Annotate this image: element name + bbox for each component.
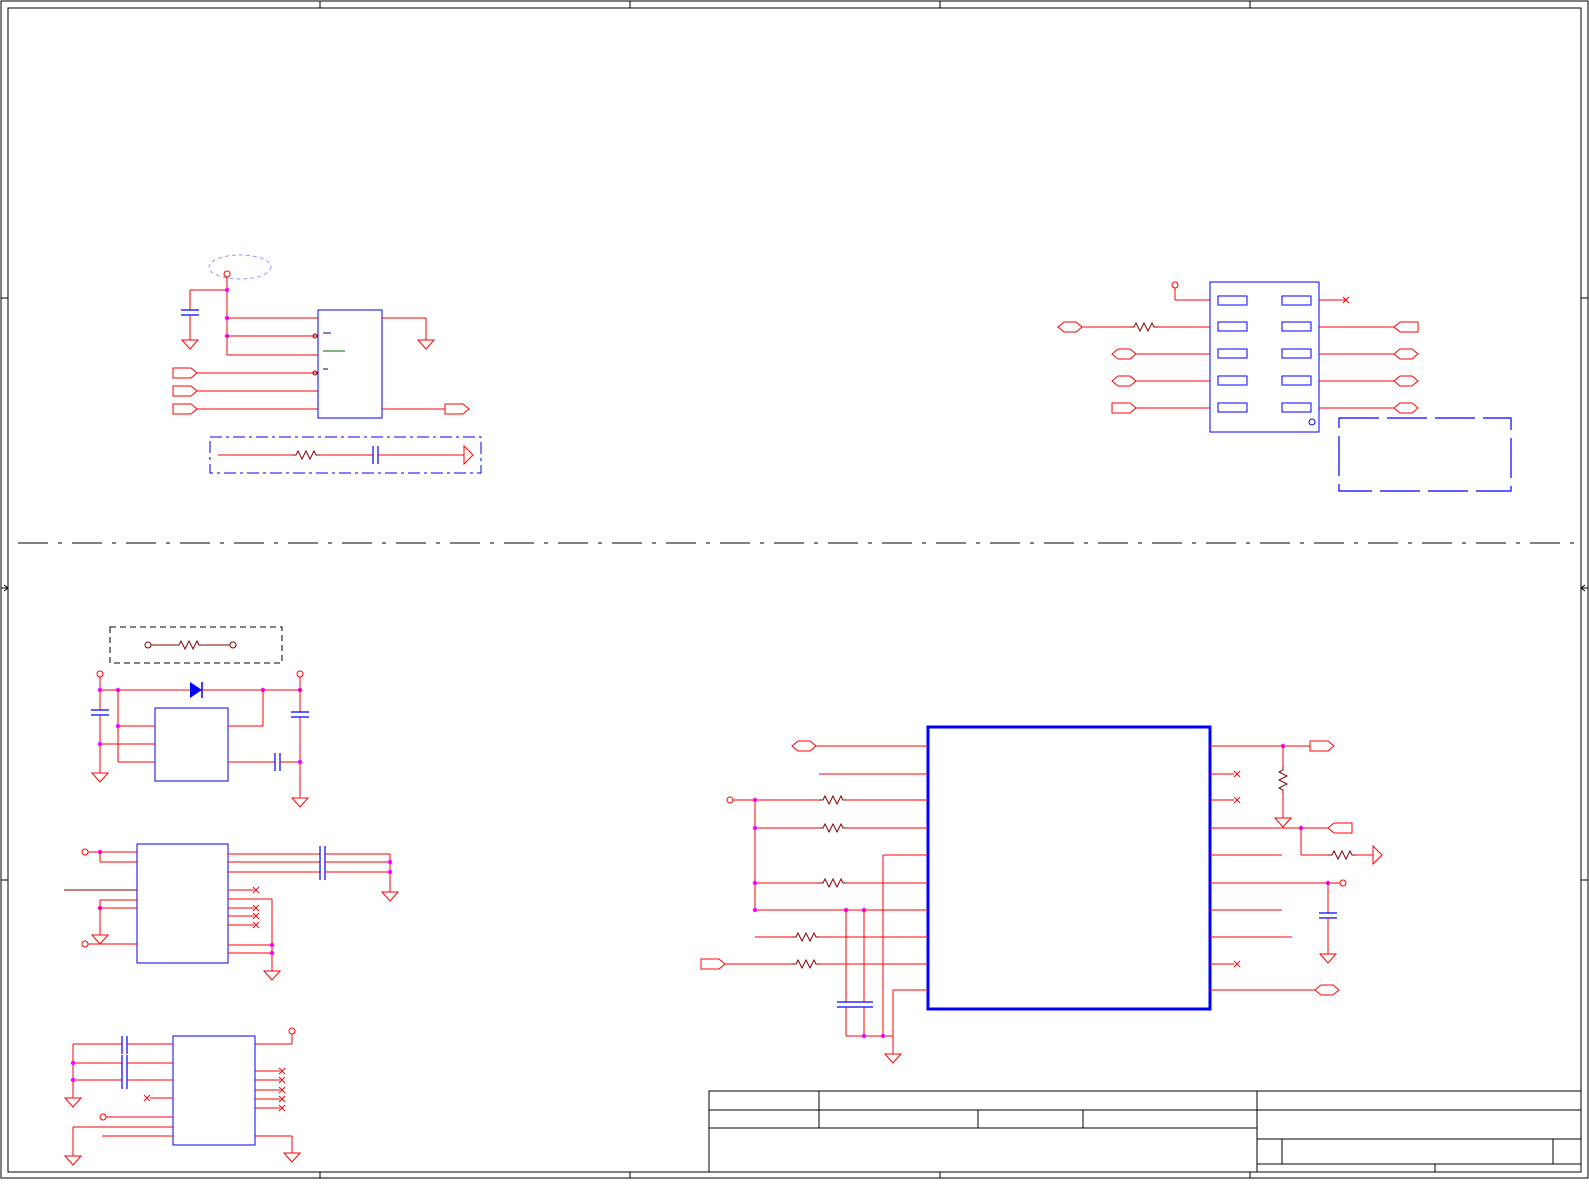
schematic-sheet — [0, 0, 1589, 1180]
top-left-circuit — [172, 254, 482, 474]
top-right-connector — [1057, 281, 1512, 492]
title-block — [708, 1090, 1582, 1173]
ic2-circuit — [64, 843, 399, 981]
regulator-circuit — [90, 626, 310, 808]
sheet-border — [0, 0, 1589, 1179]
schematic-canvas — [0, 0, 1589, 1179]
main-ic-circuit — [700, 725, 1383, 1064]
ic3-circuit — [64, 1027, 301, 1166]
